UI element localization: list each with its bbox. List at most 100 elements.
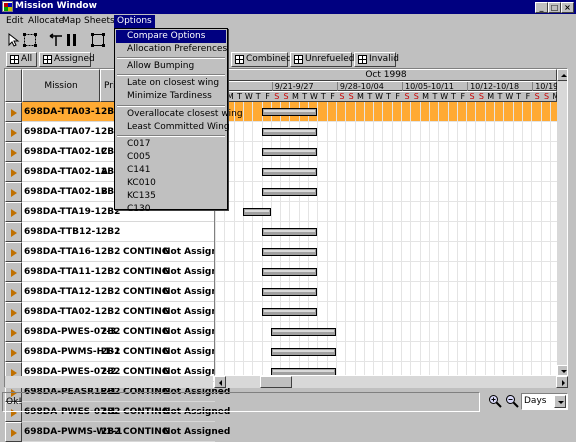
menu-item-overallocate-closest-wing[interactable]: Overallocate closest wing — [116, 108, 243, 121]
menu-item-c141[interactable]: C141 — [116, 164, 226, 177]
fit-window-icon[interactable] — [90, 32, 106, 48]
row-expand-arrow-icon[interactable] — [5, 202, 22, 222]
tab-label: All — [21, 54, 33, 64]
scroll-down-button[interactable] — [557, 365, 567, 375]
menu-sheets[interactable]: Sheets — [81, 15, 118, 28]
day-letter: S — [534, 92, 540, 101]
row-expand-arrow-icon[interactable] — [5, 342, 22, 362]
tab-assigned[interactable]: Assigned — [39, 52, 95, 67]
menu-item-compare-options[interactable]: Compare Options — [116, 30, 226, 43]
mission-schedule-bar[interactable] — [261, 268, 318, 276]
row-expand-arrow-icon[interactable] — [5, 322, 22, 342]
minimize-button[interactable]: _ — [535, 2, 548, 13]
mission-schedule-bar[interactable] — [261, 308, 318, 316]
window-title: Mission Window — [15, 1, 97, 11]
row-expand-arrow-icon[interactable] — [5, 242, 22, 262]
mission-schedule-bar[interactable] — [261, 228, 318, 236]
scroll-up-button[interactable] — [557, 69, 567, 81]
mission-schedule-bar[interactable] — [270, 328, 336, 336]
table-row[interactable]: 698DA-TTA12-1 2B2 CONTING Not Assigned — [5, 282, 230, 302]
row-expand-arrow-icon[interactable] — [5, 222, 22, 242]
menu-options[interactable]: Options — [114, 15, 155, 28]
move-column-icon[interactable] — [48, 32, 64, 48]
scroll-thumb[interactable] — [260, 376, 292, 388]
gantt-vertical-scrollbar[interactable] — [557, 69, 567, 375]
menu-separator — [117, 104, 225, 107]
tab-all[interactable]: All — [6, 52, 37, 67]
mission-schedule-bar[interactable] — [270, 348, 336, 356]
menu-separator — [117, 74, 225, 77]
row-expand-arrow-icon[interactable] — [5, 102, 22, 122]
status-message-panel: Ok! — [2, 392, 480, 412]
menu-item-kc135[interactable]: KC135 — [116, 190, 226, 203]
row-gridline — [215, 161, 557, 162]
maximize-button[interactable]: □ — [548, 2, 561, 13]
zoom-in-icon[interactable] — [488, 394, 502, 408]
gantt-month-header: Oct 1998 — [215, 69, 557, 81]
table-horizontal-scrollbar[interactable] — [5, 376, 213, 388]
mission-schedule-bar[interactable] — [261, 128, 318, 136]
gantt-horizontal-scrollbar[interactable] — [214, 376, 568, 388]
table-row[interactable]: 698DA-TTA16-1 2B2 CONTING Not Assigned — [5, 242, 230, 262]
grid-icon — [10, 55, 19, 64]
pointer-select-icon[interactable] — [6, 32, 22, 48]
menu-item-least-committed-wing[interactable]: Least Committed Wing — [116, 121, 230, 134]
row-gridline — [215, 321, 557, 322]
mission-schedule-bar[interactable] — [261, 108, 318, 116]
mission-cell: 698DA-TTA07-1 — [24, 127, 101, 137]
time-scale-select[interactable]: Days — [521, 393, 568, 410]
mission-schedule-bar[interactable] — [261, 188, 318, 196]
scroll-right-button[interactable] — [556, 376, 568, 388]
mission-cell: 698DA-TTA02-1 — [24, 307, 101, 317]
gantt-chart: Oct 1998 9/21-9/27 9/28-10/04 10/05-10/11 1… — [214, 68, 568, 376]
table-row[interactable]: 698DA-PWMS-H1-1 2B2 CONTING Not Assigned — [5, 342, 230, 362]
column-header-mission[interactable]: Mission — [22, 69, 100, 102]
menu-edit[interactable]: Edit — [3, 15, 26, 28]
menu-item-kc010[interactable]: KC010 — [116, 177, 226, 190]
column-bars-icon[interactable] — [64, 32, 80, 48]
row-expand-arrow-icon[interactable] — [5, 302, 22, 322]
menu-item-allocation-preferences[interactable]: Allocation Preferences — [116, 43, 227, 56]
tab-unrefueled[interactable]: Unrefueled — [290, 52, 355, 67]
day-gridline — [410, 102, 412, 375]
day-gridline — [540, 102, 542, 375]
row-expand-arrow-icon[interactable] — [5, 142, 22, 162]
tab-combined[interactable]: Combined — [231, 52, 292, 67]
row-expand-arrow-icon[interactable] — [5, 182, 22, 202]
row-gridline — [215, 181, 557, 182]
marquee-select-icon[interactable] — [22, 32, 38, 48]
menu-item-minimize-tardiness[interactable]: Minimize Tardiness — [116, 90, 226, 103]
table-row[interactable]: 698DA-PWES-07-3 2B2 CONTING Not Assigned — [5, 322, 230, 342]
chevron-down-icon[interactable] — [554, 395, 566, 408]
mission-schedule-bar[interactable] — [261, 168, 318, 176]
row-expand-arrow-icon[interactable] — [5, 262, 22, 282]
menu-item-allow-bumping[interactable]: Allow Bumping — [116, 60, 226, 73]
day-gridline — [363, 102, 365, 375]
day-letter: T — [367, 92, 373, 101]
row-expand-arrow-icon[interactable] — [5, 162, 22, 182]
menu-item-c130[interactable]: C130 — [116, 203, 226, 216]
mission-schedule-bar[interactable] — [261, 248, 318, 256]
day-letter: F — [330, 92, 335, 101]
day-letter: T — [302, 92, 308, 101]
menu-item-c017[interactable]: C017 — [116, 138, 226, 151]
menu-item-late-on-closest-wing[interactable]: Late on closest wing — [116, 77, 226, 90]
mission-schedule-bar[interactable] — [270, 368, 336, 375]
zoom-out-icon[interactable] — [505, 394, 519, 408]
close-button[interactable]: × — [561, 2, 574, 13]
row-expand-arrow-icon[interactable] — [5, 122, 22, 142]
mission-schedule-bar[interactable] — [261, 288, 318, 296]
table-row[interactable]: 698DA-PWMS-W1-1 2B2 CONTING Not Assigned — [5, 422, 230, 442]
row-expand-arrow-icon[interactable] — [5, 282, 22, 302]
table-row[interactable]: 698DA-TTA02-1 2B2 CONTING Not Assigned — [5, 302, 230, 322]
row-expand-arrow-icon[interactable] — [5, 422, 22, 442]
mission-schedule-bar[interactable] — [242, 208, 271, 216]
tab-invalid[interactable]: Invalid — [354, 52, 399, 67]
table-row[interactable]: 698DA-TTA11-1 2B2 CONTING Not Assigned — [5, 262, 230, 282]
mission-schedule-bar[interactable] — [261, 148, 318, 156]
table-row[interactable]: 698DA-TTB12-1 2B2 — [5, 222, 215, 242]
menu-bar: Edit Allocate Map Sheets Options — [0, 14, 576, 29]
day-letter: S — [283, 92, 289, 101]
menu-item-c005[interactable]: C005 — [116, 151, 226, 164]
scroll-left-button[interactable] — [214, 376, 226, 388]
